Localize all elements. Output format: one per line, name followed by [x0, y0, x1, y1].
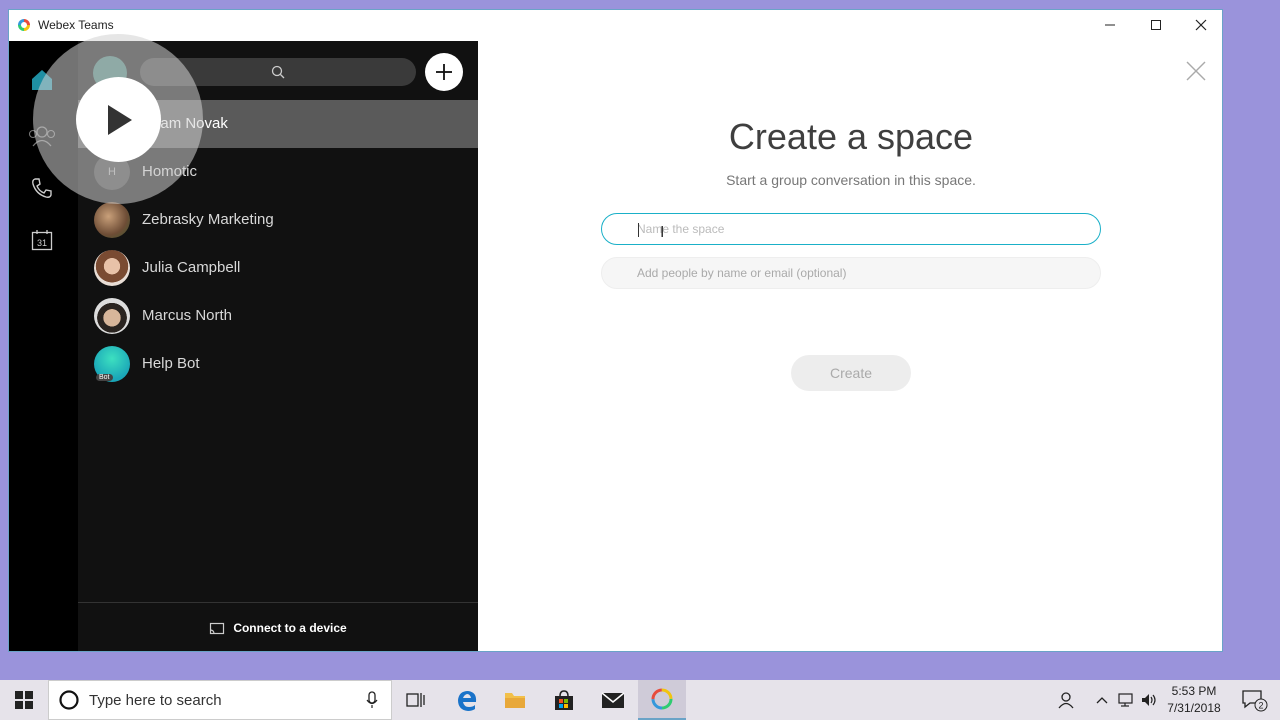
- create-button[interactable]: Create: [791, 355, 911, 391]
- space-name: Marcus North: [142, 307, 233, 324]
- phone-icon: [32, 178, 52, 198]
- space-name: Julia Campbell: [142, 259, 241, 276]
- play-button[interactable]: [76, 77, 161, 162]
- plus-icon: [436, 64, 452, 80]
- app-window: Webex Teams 31 Novak Zebrasky Marketing …: [8, 9, 1223, 652]
- page-subtitle: Start a group conversation in this space…: [726, 172, 976, 188]
- store-button[interactable]: [540, 680, 588, 720]
- add-people-input[interactable]: [601, 257, 1101, 289]
- calendar-icon: 31: [31, 230, 53, 251]
- title-bar: Webex Teams: [9, 10, 1222, 41]
- nav-calls[interactable]: [27, 173, 57, 203]
- network-icon: [1118, 693, 1133, 707]
- maximize-button[interactable]: [1133, 10, 1179, 40]
- show-hidden-icons-button[interactable]: [1092, 680, 1112, 720]
- close-window-button[interactable]: [1178, 10, 1222, 40]
- clock-date: 7/31/2018: [1167, 701, 1221, 715]
- bot-badge: Bot: [96, 374, 113, 381]
- connect-device-button[interactable]: Connect to a device: [78, 602, 478, 651]
- minimize-button[interactable]: [1087, 10, 1133, 40]
- space-name: Help Bot: [142, 355, 200, 372]
- cast-icon: [210, 622, 225, 634]
- task-view-button[interactable]: [392, 680, 440, 720]
- calendar-day-label: 31: [37, 238, 47, 248]
- folder-icon: [505, 693, 525, 708]
- i-beam-cursor-icon: I: [660, 224, 665, 241]
- network-button[interactable]: [1114, 680, 1136, 720]
- windows-logo-icon: [15, 691, 33, 709]
- webex-teams-taskbar-button[interactable]: [638, 680, 686, 720]
- close-icon: [1195, 19, 1207, 31]
- maximize-icon: [1151, 20, 1161, 30]
- clock[interactable]: 5:53 PM 7/31/2018: [1160, 683, 1228, 717]
- store-icon: [555, 690, 573, 710]
- search-icon: [271, 65, 285, 79]
- taskbar: Type here to search 5:53 PM 7/31/2018 2: [0, 680, 1280, 720]
- microphone-icon[interactable]: [365, 691, 379, 709]
- start-button[interactable]: [0, 680, 48, 720]
- mail-icon: [601, 692, 625, 708]
- create-space-button[interactable]: [425, 53, 463, 91]
- connect-device-label: Connect to a device: [233, 621, 347, 635]
- play-icon: [107, 104, 132, 135]
- notification-icon: 2: [1242, 690, 1268, 712]
- space-name-input[interactable]: [601, 213, 1101, 245]
- page-title: Create a space: [728, 116, 974, 157]
- taskbar-search-placeholder: Type here to search: [89, 692, 222, 709]
- close-icon: [1186, 61, 1206, 81]
- close-panel-button[interactable]: [1184, 59, 1208, 83]
- file-explorer-button[interactable]: [491, 680, 539, 720]
- edge-icon: [458, 691, 477, 711]
- clock-time: 5:53 PM: [1171, 684, 1217, 698]
- minimize-icon: [1105, 24, 1115, 26]
- task-view-icon: [406, 693, 425, 707]
- chevron-up-icon: [1096, 697, 1108, 704]
- list-item[interactable]: Zebrasky Marketing: [78, 196, 478, 244]
- people-tray-button[interactable]: [1054, 680, 1080, 720]
- list-item[interactable]: Bot Help Bot: [78, 340, 478, 388]
- window-title: Webex Teams: [38, 18, 114, 32]
- create-space-panel: Create a space Start a group conversatio…: [478, 41, 1222, 651]
- cortana-icon: [59, 690, 79, 710]
- avatar: [94, 202, 130, 238]
- mail-button[interactable]: [589, 680, 637, 720]
- nav-meetings[interactable]: 31: [27, 225, 57, 255]
- list-item[interactable]: Marcus North: [78, 292, 478, 340]
- avatar: [94, 298, 130, 334]
- space-name: Zebrasky Marketing: [142, 211, 274, 228]
- text-caret: [638, 223, 639, 237]
- people-icon: [1058, 692, 1074, 709]
- volume-button[interactable]: [1138, 680, 1160, 720]
- webex-logo-icon: [651, 688, 673, 710]
- avatar: [94, 250, 130, 286]
- video-overlay: [33, 34, 203, 204]
- taskbar-search[interactable]: Type here to search: [48, 680, 392, 720]
- action-center-button[interactable]: 2: [1234, 680, 1274, 720]
- edge-browser-button[interactable]: [443, 680, 491, 720]
- volume-icon: [1142, 694, 1156, 706]
- webex-logo-icon: [18, 19, 30, 31]
- list-item[interactable]: Julia Campbell: [78, 244, 478, 292]
- notification-count: 2: [1258, 701, 1263, 711]
